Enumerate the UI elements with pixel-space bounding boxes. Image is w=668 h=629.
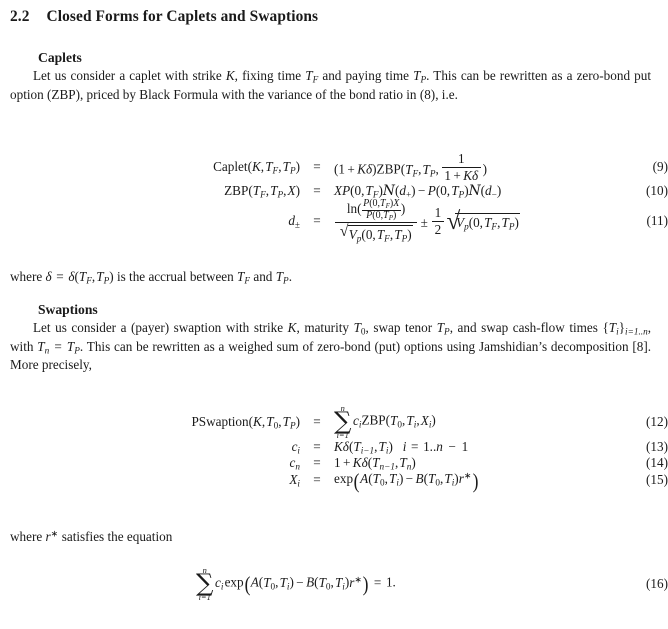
equation-row-13: ci = Kδ(Ti−1, Ti) i = 1..n − 1 (13) — [0, 439, 668, 455]
big-right-paren: ) — [472, 468, 479, 493]
equation-11-relation: = — [313, 212, 321, 228]
equation-table-final: n ∑ i=1 ci exp(A(T0, Ti) − B(T0, Ti)r∗) = 1. … — [0, 565, 668, 602]
equation-12-tag: (12) — [646, 413, 668, 429]
equation-11-lhs: d± — [288, 212, 300, 230]
big-right-paren-final: ) — [362, 572, 369, 597]
equation-table-caplet: Caplet(K, TF, TP) = (1 + Kδ)ZBP(TF, TP, 11… — [0, 152, 668, 244]
equation-group-caplet: Caplet(K, TF, TP) = (1 + Kδ)ZBP(TF, TP, 11… — [0, 152, 668, 244]
equation-16-lhs — [0, 566, 196, 601]
swaptions-subheading: Swaptions — [38, 302, 98, 317]
equation-10-relation: = — [313, 182, 321, 198]
equation-11-tag: (11) — [646, 212, 668, 228]
where-rstar-block: where r∗ satisfies the equation — [10, 528, 651, 547]
equation-row-11: d± = ln(P(0,TF)X P(0,TP)) √ Vp(0, TF, TP) ±1… — [0, 198, 668, 243]
equation-9-rhs: (1 + Kδ)ZBP(TF, TP, 1 1 + Kδ) — [334, 151, 487, 183]
equation-13-lhs: ci — [291, 439, 300, 456]
equation-16-tag: (16) — [646, 575, 668, 591]
equation-row-14: cn = 1 + Kδ(Tn−1, Tn) (14) — [0, 455, 668, 471]
summation-symbol-final: n ∑ i=1 — [196, 565, 214, 602]
equation-row-10: ZBP(TF, TP, X) = XP(0, TF)N(d+) − P(0, TP)… — [0, 183, 668, 199]
equation-9-lhs: Caplet(K, TF, TP) — [213, 159, 300, 176]
equation-15-lhs: Xi — [289, 472, 300, 489]
equation-row-16: n ∑ i=1 ci exp(A(T0, Ti) − B(T0, Ti)r∗) = 1. … — [0, 565, 668, 602]
equation-15-rhs: exp(A(T0, Ti) − B(T0, Ti)r∗) — [334, 468, 479, 493]
equation-10-rhs: XP(0, TF)N(d+) − P(0, TP)N(d−) — [334, 182, 502, 200]
equation-table-swaption: PSwaption(K, T0, TP) = n ∑ i=1 ciZBP(T0, Ti… — [0, 403, 668, 493]
summation-symbol: n ∑ i=1 — [334, 403, 352, 440]
equation-12-rhs: n ∑ i=1 ciZBP(T0, Ti, Xi) — [334, 403, 436, 440]
equation-group-swaption: PSwaption(K, T0, TP) = n ∑ i=1 ciZBP(T0, Ti… — [0, 403, 668, 493]
equation-9-relation: = — [313, 159, 321, 175]
equation-14-rhs: 1 + Kδ(Tn−1, Tn) — [334, 455, 416, 472]
swaptions-paragraph: Let us consider a (payer) swaption with … — [10, 320, 652, 373]
caplets-paragraph: Let us consider a caplet with strike K, … — [10, 68, 652, 102]
equation-9-tag: (9) — [652, 159, 668, 175]
big-left-paren-final: ( — [244, 572, 251, 597]
equation-14-tag: (14) — [646, 455, 668, 471]
where-delta-line: where δ = δ(TF, TP) is the accrual betwe… — [10, 269, 292, 286]
equation-13-relation: = — [313, 439, 321, 455]
equation-row-12: PSwaption(K, T0, TP) = n ∑ i=1 ciZBP(T0, Ti… — [0, 403, 668, 440]
equation-13-tag: (13) — [646, 439, 668, 455]
document-page: 2.2 Closed Forms for Caplets and Swaption… — [0, 0, 668, 629]
equation-13-rhs: Kδ(Ti−1, Ti) i = 1..n − 1 — [334, 439, 469, 456]
section-title: Closed Forms for Caplets and Swaptions — [46, 8, 319, 25]
equation-group-final: n ∑ i=1 ci exp(A(T0, Ti) − B(T0, Ti)r∗) = 1. … — [0, 565, 668, 602]
equation-row-9: Caplet(K, TF, TP) = (1 + Kδ)ZBP(TF, TP, 11… — [0, 152, 668, 183]
equation-11-rhs: ln(P(0,TF)X P(0,TP)) √ Vp(0, TF, TP) ±1 2 √ Vp(… — [334, 198, 606, 243]
equation-16-rhs: n ∑ i=1 ci exp(A(T0, Ti) − B(T0, Ti)r∗) = 1. — [196, 565, 396, 602]
equation-15-tag: (15) — [646, 472, 668, 488]
equation-10-lhs: ZBP(TF, TP, X) — [224, 182, 300, 200]
section-number: 2.2 — [10, 8, 30, 25]
big-left-paren: ( — [353, 468, 360, 493]
equation-row-15: Xi = exp(A(T0, Ti) − B(T0, Ti)r∗) (15) — [0, 468, 668, 493]
equation-14-lhs: cn — [289, 455, 300, 472]
caplets-block: Caplets Let us consider a caplet with st… — [10, 50, 651, 104]
equation-15-relation: = — [313, 472, 321, 488]
where-rstar-line: where r∗ satisfies the equation — [10, 528, 173, 544]
equation-12-relation: = — [313, 413, 321, 429]
caplets-subheading: Caplets — [38, 50, 82, 65]
where-delta-block: where δ = δ(TF, TP) is the accrual betwe… — [10, 268, 651, 287]
swaptions-block: Swaptions Let us consider a (payer) swap… — [10, 302, 651, 375]
section-heading: 2.2 Closed Forms for Caplets and Swaption… — [10, 8, 318, 26]
equation-10-tag: (10) — [646, 182, 668, 198]
equation-12-lhs: PSwaption(K, T0, TP) — [191, 413, 300, 431]
equation-14-relation: = — [313, 455, 321, 471]
